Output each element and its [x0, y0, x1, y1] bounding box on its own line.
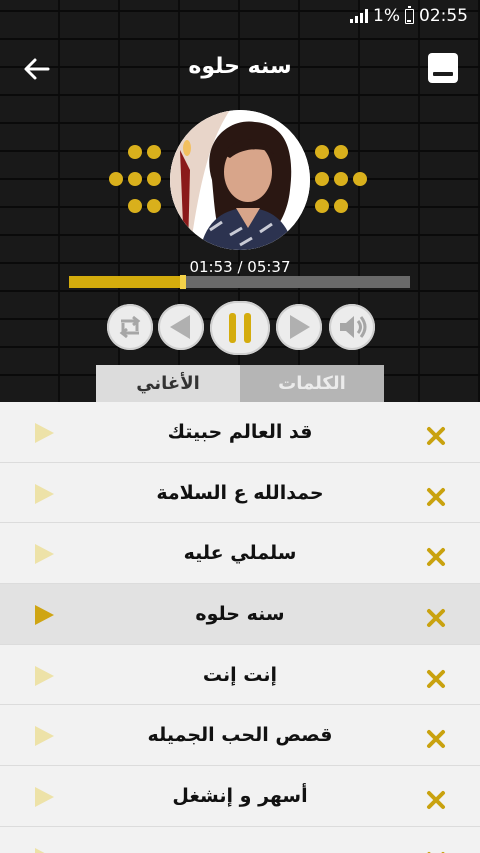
song-list: قد العالم حبيتك حمدالله ع السلامة سلملي …	[0, 402, 480, 853]
page-title: سنه حلوه	[188, 54, 292, 79]
song-row[interactable]: قصص الحب الجميله	[0, 705, 480, 767]
signal-icon	[350, 9, 369, 23]
progress-bar[interactable]	[69, 275, 410, 289]
repeat-button[interactable]	[107, 304, 153, 350]
progress-thumb[interactable]	[180, 275, 187, 289]
equalizer-dots-right	[315, 145, 367, 213]
song-row-active[interactable]: سنه حلوه	[0, 584, 480, 645]
play-icon[interactable]	[32, 421, 56, 445]
remove-icon[interactable]	[424, 485, 448, 509]
player-panel: 1% 02:55 سنه حلوه 01:53 / 05:37 الأغاني …	[0, 0, 480, 402]
playback-time: 01:53 / 05:37	[189, 258, 291, 276]
play-icon[interactable]	[32, 603, 56, 627]
pause-button[interactable]	[210, 301, 270, 355]
next-icon	[290, 315, 310, 339]
minimize-icon[interactable]	[428, 53, 458, 83]
repeat-icon	[119, 315, 141, 339]
status-bar: 1% 02:55	[0, 0, 480, 34]
song-row[interactable]: سلملي عليه	[0, 523, 480, 585]
song-title: سنه حلوه	[195, 603, 285, 626]
volume-button[interactable]	[329, 304, 375, 350]
play-icon[interactable]	[32, 664, 56, 688]
song-row[interactable]: إنت إنت	[0, 644, 480, 706]
tab-lyrics[interactable]: الكلمات	[240, 365, 384, 402]
remove-icon[interactable]	[424, 788, 448, 812]
progress-fill	[69, 276, 184, 288]
next-button[interactable]	[276, 304, 322, 350]
tab-songs[interactable]: الأغاني	[96, 365, 240, 402]
battery-icon	[405, 6, 414, 24]
remove-icon[interactable]	[424, 606, 448, 630]
remove-icon[interactable]	[424, 667, 448, 691]
song-row[interactable]: حمدالله ع السلامة	[0, 462, 480, 524]
tab-bar: الأغاني الكلمات	[96, 365, 384, 402]
song-row[interactable]: قد العالم حبيتك	[0, 402, 480, 463]
previous-button[interactable]	[158, 304, 204, 350]
back-arrow-icon[interactable]	[20, 52, 54, 86]
play-icon[interactable]	[32, 724, 56, 748]
song-row[interactable]: أسهر و إنشغل	[0, 766, 480, 827]
play-icon[interactable]	[32, 482, 56, 506]
song-title: سلملي عليه	[183, 542, 297, 565]
previous-icon	[170, 315, 190, 339]
song-row-partial[interactable]	[0, 826, 480, 853]
remove-icon[interactable]	[424, 424, 448, 448]
song-title: قد العالم حبيتك	[167, 421, 313, 443]
song-title: أسهر و إنشغل	[172, 785, 308, 808]
play-icon[interactable]	[32, 542, 56, 566]
song-title: إنت إنت	[202, 663, 278, 686]
equalizer-dots-left	[109, 145, 161, 213]
volume-icon	[340, 316, 367, 338]
playback-controls	[0, 301, 480, 355]
album-art	[170, 110, 310, 250]
song-title: حمدالله ع السلامة	[156, 481, 324, 504]
play-icon[interactable]	[32, 846, 56, 853]
remove-icon[interactable]	[424, 545, 448, 569]
remove-icon[interactable]	[424, 849, 448, 853]
battery-percent: 1%	[373, 6, 400, 26]
pause-icon	[229, 313, 251, 343]
play-icon[interactable]	[32, 785, 56, 809]
status-time: 02:55	[419, 6, 468, 26]
remove-icon[interactable]	[424, 727, 448, 751]
song-title: قصص الحب الجميله	[147, 724, 333, 747]
